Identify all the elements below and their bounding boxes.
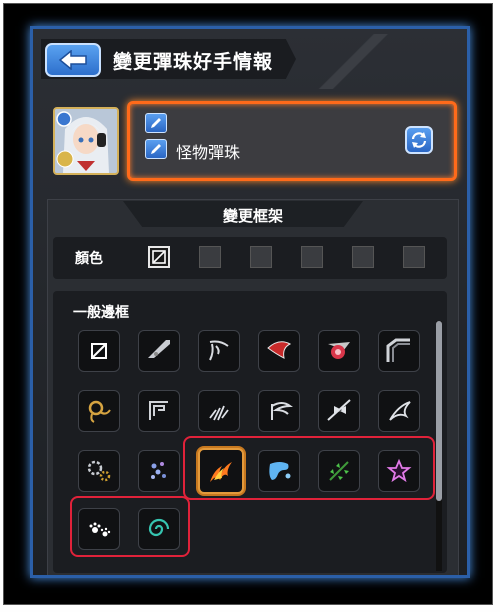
character-portrait-icon xyxy=(55,109,117,173)
gears-icon xyxy=(87,460,111,482)
color-swatch-3[interactable] xyxy=(301,246,323,268)
back-button[interactable] xyxy=(45,43,101,77)
monster-name: 怪物彈珠 xyxy=(176,143,241,162)
frame-list-label: 一般邊框 xyxy=(73,305,129,321)
red-flower-icon xyxy=(328,342,350,359)
frame-tile-silver-wings[interactable] xyxy=(258,390,300,432)
highlight-box-row3 xyxy=(183,436,435,500)
frame-tile-key-pattern[interactable] xyxy=(138,390,180,432)
color-swatch-5[interactable] xyxy=(403,246,425,268)
frame-tile-red-flower[interactable] xyxy=(318,330,360,372)
color-swatch-none[interactable] xyxy=(148,246,170,268)
frame-tile-silver-corner[interactable] xyxy=(138,330,180,372)
petals-icon xyxy=(151,462,166,479)
frame-tile-gears[interactable] xyxy=(78,450,120,492)
red-wing-icon xyxy=(267,341,292,359)
frame-tile-silver-feather[interactable] xyxy=(378,390,420,432)
frame-tile-sparkle-lines[interactable] xyxy=(198,390,240,432)
silver-corner-icon xyxy=(148,340,170,358)
gold-ornament-icon xyxy=(88,400,111,423)
silver-feather-icon xyxy=(389,401,411,421)
sparkle-lines-icon xyxy=(209,405,229,421)
pencil-icon xyxy=(151,144,161,154)
header-decoration xyxy=(303,34,423,89)
edit-name-button[interactable] xyxy=(145,139,167,159)
page-title: 變更彈珠好手情報 xyxy=(113,51,274,73)
pencil-icon xyxy=(151,118,161,128)
frame-tile-red-wing[interactable] xyxy=(258,330,300,372)
ornate-silver-icon xyxy=(209,340,229,361)
silver-angle-icon xyxy=(386,338,410,362)
color-label: 顏色 xyxy=(75,251,103,267)
frame-tile-silver-angle[interactable] xyxy=(378,330,420,372)
edit-icon-button[interactable] xyxy=(145,113,167,133)
color-swatch-4[interactable] xyxy=(352,246,374,268)
frame-tile-gold-ornament[interactable] xyxy=(78,390,120,432)
scrollbar-thumb[interactable] xyxy=(436,321,442,501)
no-color-icon xyxy=(152,250,166,264)
color-swatch-1[interactable] xyxy=(199,246,221,268)
frame-tile-silver-bow[interactable] xyxy=(318,390,360,432)
silver-wings-icon xyxy=(271,402,294,420)
section-title: 變更框架 xyxy=(222,207,283,225)
no-frame-icon xyxy=(91,343,107,359)
silver-bow-icon xyxy=(327,399,351,421)
frame-tile-none[interactable] xyxy=(78,330,120,372)
frame-tile-petals[interactable] xyxy=(138,450,180,492)
frame-tile-ornate-silver[interactable] xyxy=(198,330,240,372)
refresh-icon xyxy=(411,132,427,148)
color-swatch-2[interactable] xyxy=(250,246,272,268)
key-pattern-icon xyxy=(149,401,168,420)
avatar[interactable] xyxy=(53,107,119,175)
game-screen: 變更彈珠好手情報 怪物彈珠 變更框架 顏色 一般邊框 xyxy=(30,26,470,578)
arrow-left-icon xyxy=(58,50,87,70)
highlight-box-row4 xyxy=(70,496,190,557)
refresh-button[interactable] xyxy=(405,126,433,154)
